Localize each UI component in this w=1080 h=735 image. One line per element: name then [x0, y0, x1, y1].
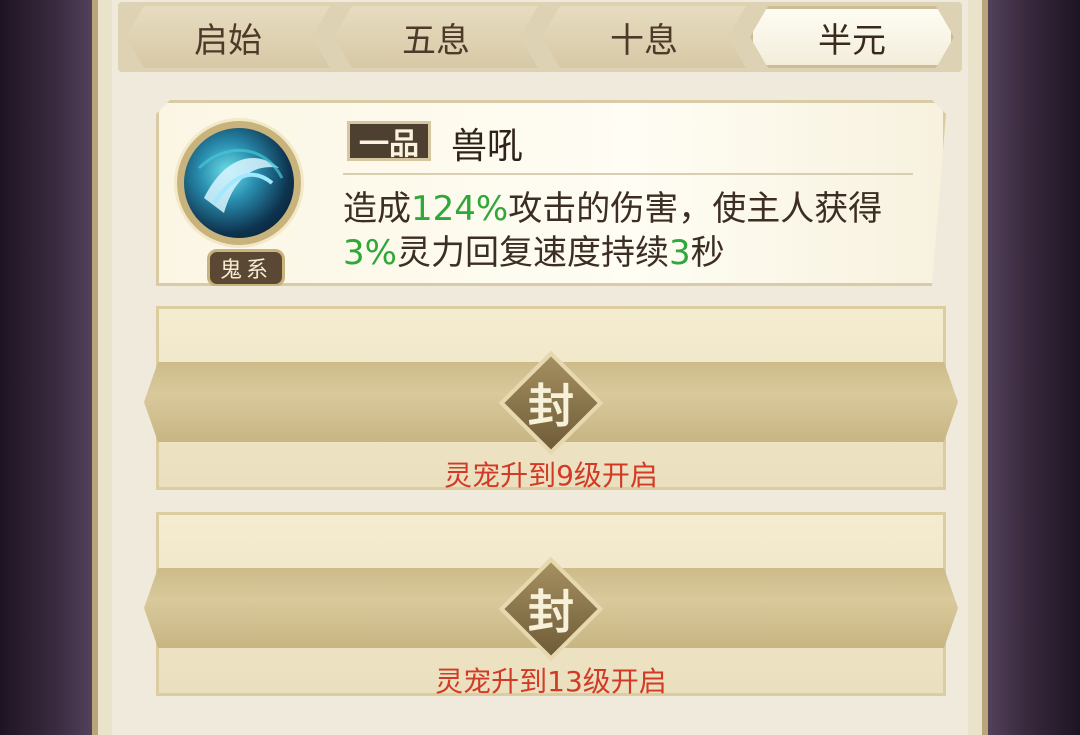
- tab-wuxi[interactable]: 五息: [334, 6, 538, 68]
- locked-skill-slot-2[interactable]: 封 灵宠升到13级开启: [144, 512, 958, 698]
- panel-inner: 启始 五息 十息 半元 鬼系 一品 兽吼 造成124%攻击的伤害，使主人获得 3%…: [112, 0, 968, 735]
- tab-shixi[interactable]: 十息: [542, 6, 746, 68]
- skill-description: 造成124%攻击的伤害，使主人获得 3%灵力回复速度持续3秒: [343, 187, 933, 275]
- tab-banyuan[interactable]: 半元: [750, 6, 954, 68]
- level-tab-bar: 启始 五息 十息 半元: [118, 2, 962, 72]
- desc-text: 灵力回复速度持续: [396, 233, 669, 273]
- skill-grade-badge: 一品: [347, 121, 431, 161]
- background-left: [0, 0, 92, 735]
- divider: [343, 173, 913, 175]
- skill-card[interactable]: 鬼系 一品 兽吼 造成124%攻击的伤害，使主人获得 3%灵力回复速度持续3秒: [156, 100, 946, 286]
- desc-text: 攻击的伤害，使主人获得: [508, 189, 883, 229]
- seal-icon: 封: [496, 554, 606, 664]
- skill-type-badge: 鬼系: [207, 249, 285, 287]
- desc-text: 秒: [690, 233, 725, 273]
- locked-skill-slot-1[interactable]: 封 灵宠升到9级开启: [144, 306, 958, 492]
- unlock-requirement: 灵宠升到9级开启: [444, 459, 658, 492]
- pet-skill-panel: 启始 五息 十息 半元 鬼系 一品 兽吼 造成124%攻击的伤害，使主人获得 3%…: [92, 0, 988, 735]
- seal-label: 封: [528, 379, 574, 433]
- desc-value-duration: 3: [668, 233, 691, 273]
- skill-name: 兽吼: [451, 126, 524, 167]
- ghost-beast-icon[interactable]: [177, 121, 301, 245]
- seal-icon: 封: [496, 348, 606, 458]
- seal-label: 封: [528, 585, 574, 639]
- desc-value-regen: 3%: [343, 233, 397, 273]
- desc-text: 造成: [343, 189, 411, 229]
- desc-value-damage: 124%: [411, 189, 509, 229]
- tab-qishi[interactable]: 启始: [126, 6, 330, 68]
- background-right: [988, 0, 1080, 735]
- unlock-requirement: 灵宠升到13级开启: [435, 665, 667, 698]
